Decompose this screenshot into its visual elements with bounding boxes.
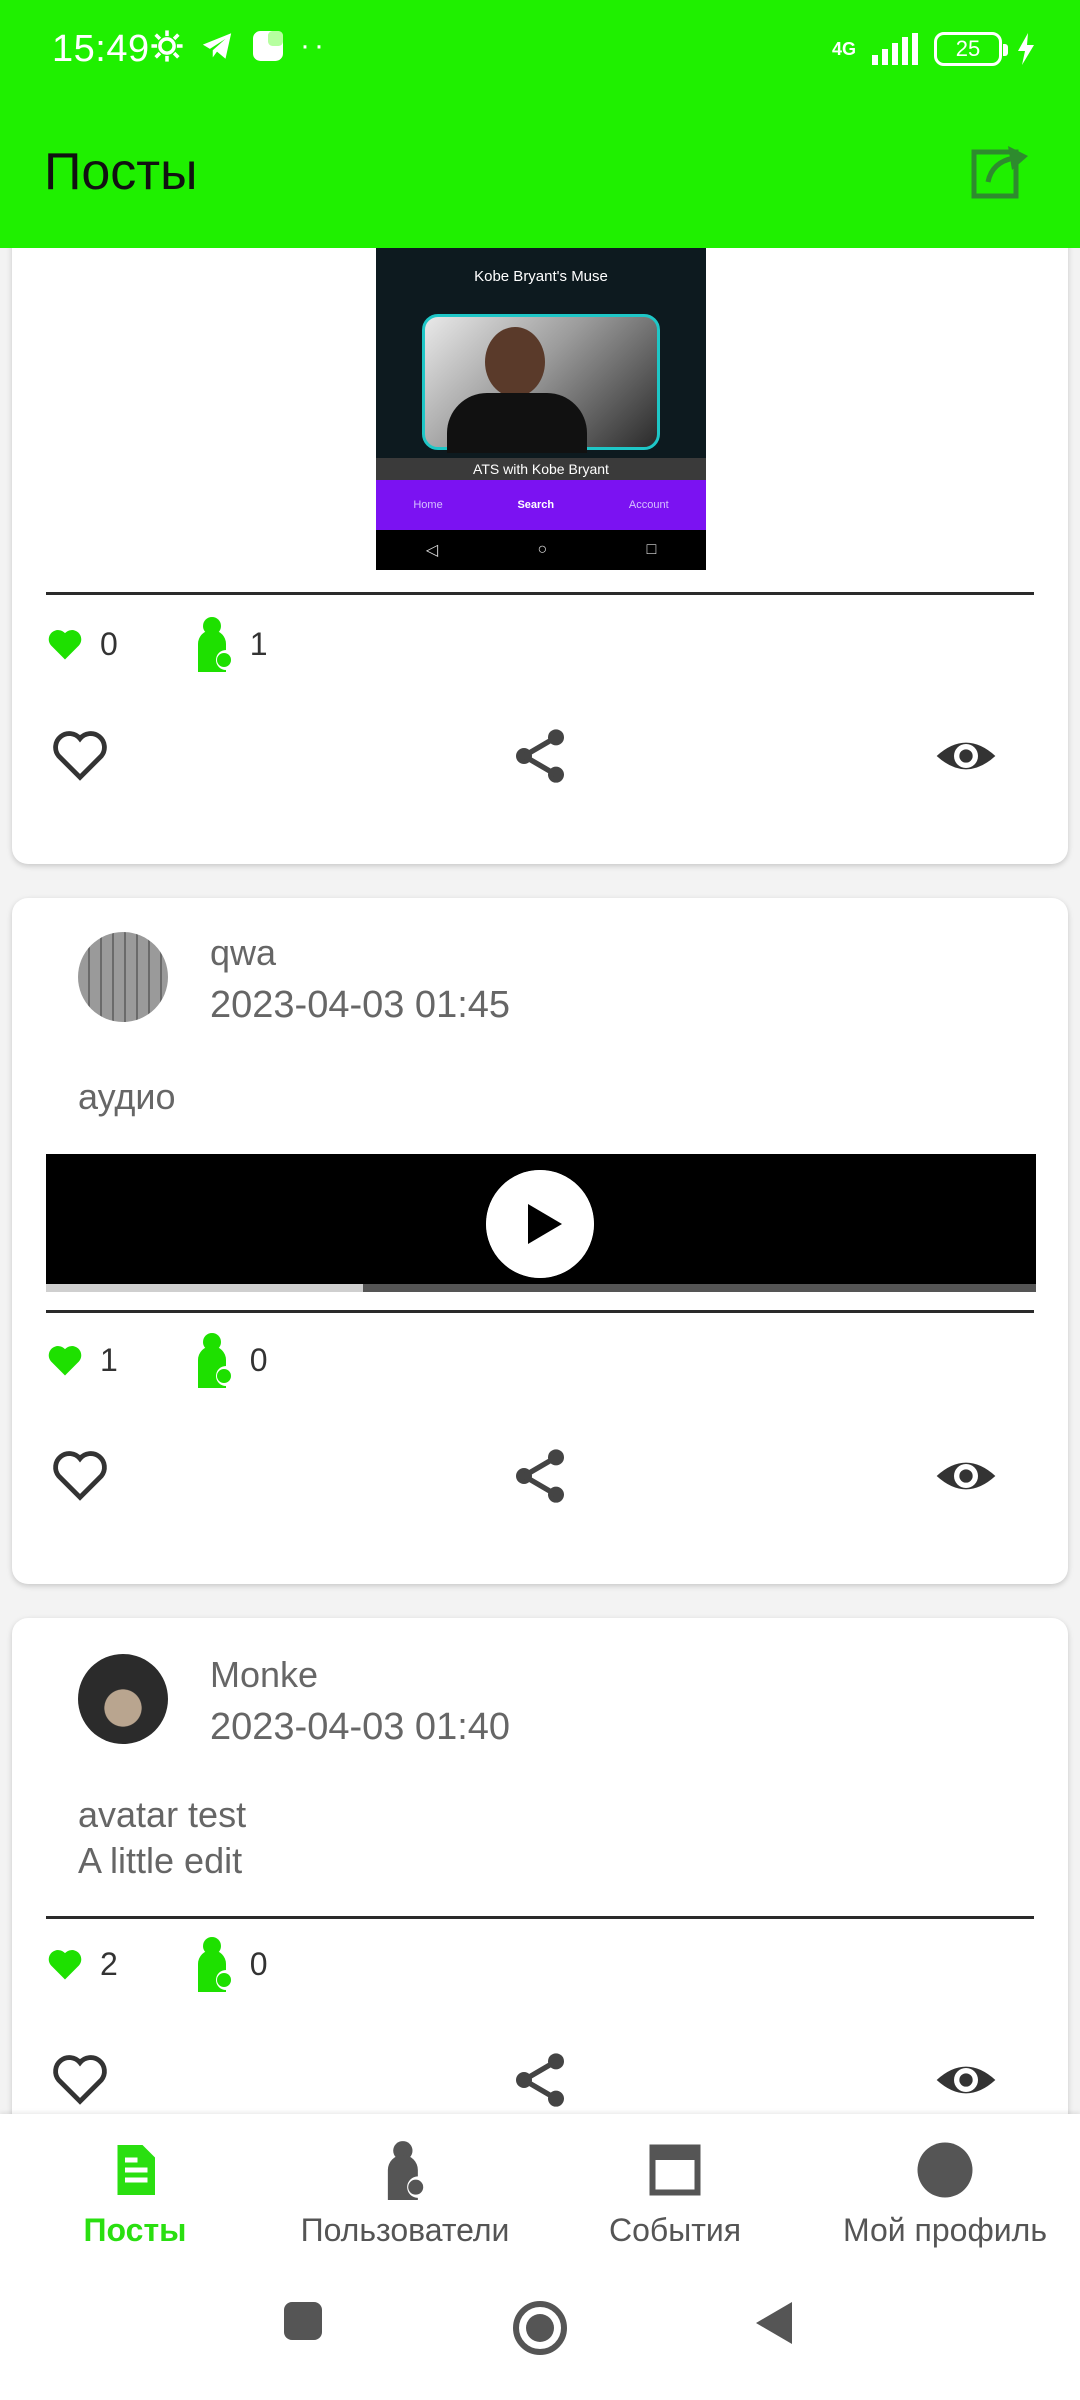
home-button-icon[interactable]: [510, 2298, 570, 2358]
post-text: аудио: [78, 1076, 176, 1117]
post-image[interactable]: Kobe Bryant's Muse ATS with Kobe Bryant …: [376, 248, 706, 570]
shares-count: 0: [249, 1341, 268, 1378]
likes-stat: 2: [46, 1946, 118, 1983]
post-divider: [46, 1310, 1034, 1313]
likes-count: 2: [100, 1945, 118, 1982]
battery-icon: 25: [934, 32, 1008, 66]
status-time: 15:49: [52, 28, 150, 70]
post-stats: 0 1: [46, 616, 344, 672]
system-navigation-bar: [0, 2264, 1080, 2400]
likes-count: 0: [100, 625, 118, 662]
view-eye-icon[interactable]: [934, 1444, 998, 1508]
top-app-bar: 15:49 ·· 4G 25 Посты: [0, 0, 1080, 248]
nav-label: События: [608, 2212, 742, 2248]
person-icon: [387, 2141, 424, 2200]
signal-icon: [872, 33, 918, 65]
status-notification-icons: ··: [150, 28, 328, 64]
nav-tab-profile[interactable]: Мой профиль: [810, 2114, 1080, 2264]
page-title: Посты: [44, 143, 198, 201]
preview-title: Kobe Bryant's Muse: [474, 268, 608, 285]
post-text-line: A little edit: [78, 1840, 243, 1881]
share-button-icon[interactable]: [508, 1444, 572, 1508]
audio-player[interactable]: [46, 1154, 1036, 1292]
preview-nav-home: Home: [413, 499, 443, 511]
posts-feed[interactable]: Kobe Bryant's Muse ATS with Kobe Bryant …: [0, 248, 1080, 2114]
like-button-heart-outline-icon[interactable]: [48, 724, 112, 788]
share-button-icon[interactable]: [508, 2048, 572, 2112]
post-divider: [46, 1916, 1034, 1919]
like-button-heart-outline-icon[interactable]: [48, 1444, 112, 1508]
likes-stat: 0: [46, 626, 118, 663]
author-avatar[interactable]: [78, 1654, 168, 1744]
shares-count: 1: [249, 625, 268, 662]
preview-nav-search: Search: [517, 499, 555, 511]
post-date: 2023-04-03 01:45: [210, 984, 511, 1026]
nav-label: Мой профиль: [842, 2212, 1048, 2248]
like-button-heart-outline-icon[interactable]: [48, 2048, 112, 2112]
preview-nav-account: Account: [628, 499, 669, 511]
likes-stat: 1: [46, 1342, 118, 1379]
nav-tab-events[interactable]: События: [540, 2114, 810, 2264]
status-bar: 15:49 ·· 4G 25: [0, 0, 1080, 104]
post-divider: [46, 592, 1034, 595]
shares-count: 0: [249, 1945, 268, 1982]
post-text: avatar test A little edit: [78, 1792, 246, 1884]
view-eye-icon[interactable]: [934, 2048, 998, 2112]
shares-stat: 0: [194, 1936, 268, 1992]
settings-icon: [151, 30, 183, 62]
play-button-icon[interactable]: [486, 1170, 594, 1278]
network-type: 4G: [831, 38, 856, 59]
post-date: 2023-04-03 01:40: [210, 1706, 511, 1748]
audio-progress-bar[interactable]: [46, 1284, 1036, 1292]
preview-photo: [422, 314, 660, 453]
post-card: qwa 2023-04-03 01:45 аудио 1 0: [12, 898, 1068, 1584]
back-button-icon[interactable]: [752, 2298, 798, 2348]
heart-filled-icon: [48, 630, 82, 660]
author-avatar[interactable]: [78, 932, 168, 1022]
post-author[interactable]: qwa: [210, 932, 276, 974]
heart-filled-icon: [48, 1950, 82, 1980]
more-dots-icon: ··: [300, 29, 328, 62]
share-button-icon[interactable]: [508, 724, 572, 788]
avatar-circle-icon: [917, 2142, 973, 2198]
likes-count: 1: [100, 1341, 118, 1378]
shares-stat: 0: [194, 1332, 268, 1388]
post-author[interactable]: Monke: [210, 1654, 318, 1696]
preview-caption: ATS with Kobe Bryant: [376, 458, 706, 480]
nav-tab-posts[interactable]: Посты: [0, 2114, 270, 2264]
battery-level: 25: [955, 36, 981, 61]
document-icon: [117, 2145, 155, 2195]
post-stats: 1 0: [46, 1332, 344, 1388]
person-share-icon: [197, 1937, 231, 1992]
nav-label: Пользователи: [300, 2212, 510, 2248]
nav-tab-users[interactable]: Пользователи: [270, 2114, 540, 2264]
app-tile-icon: [253, 31, 283, 61]
recents-button-icon[interactable]: [280, 2298, 326, 2344]
post-card: Kobe Bryant's Muse ATS with Kobe Bryant …: [12, 248, 1068, 864]
post-card: Monke 2023-04-03 01:40 avatar test A lit…: [12, 1618, 1068, 2114]
view-eye-icon[interactable]: [934, 724, 998, 788]
calendar-icon: [649, 2144, 701, 2196]
heart-filled-icon: [48, 1346, 82, 1376]
post-stats: 2 0: [46, 1936, 344, 1992]
bottom-navigation: Посты Пользователи События Мой профиль: [0, 2114, 1080, 2264]
status-system-icons: 4G 25: [832, 32, 1036, 66]
person-share-icon: [197, 1333, 231, 1388]
nav-label: Посты: [83, 2212, 187, 2248]
preview-system-nav: ◁ ○ □: [376, 530, 706, 570]
preview-nav: Home Search Account: [376, 480, 706, 530]
telegram-icon: [202, 33, 232, 59]
charging-icon: [1018, 33, 1034, 65]
share-external-icon[interactable]: [968, 138, 1034, 204]
post-text-line: avatar test: [78, 1794, 247, 1835]
person-share-icon: [197, 617, 231, 672]
shares-stat: 1: [194, 616, 268, 672]
